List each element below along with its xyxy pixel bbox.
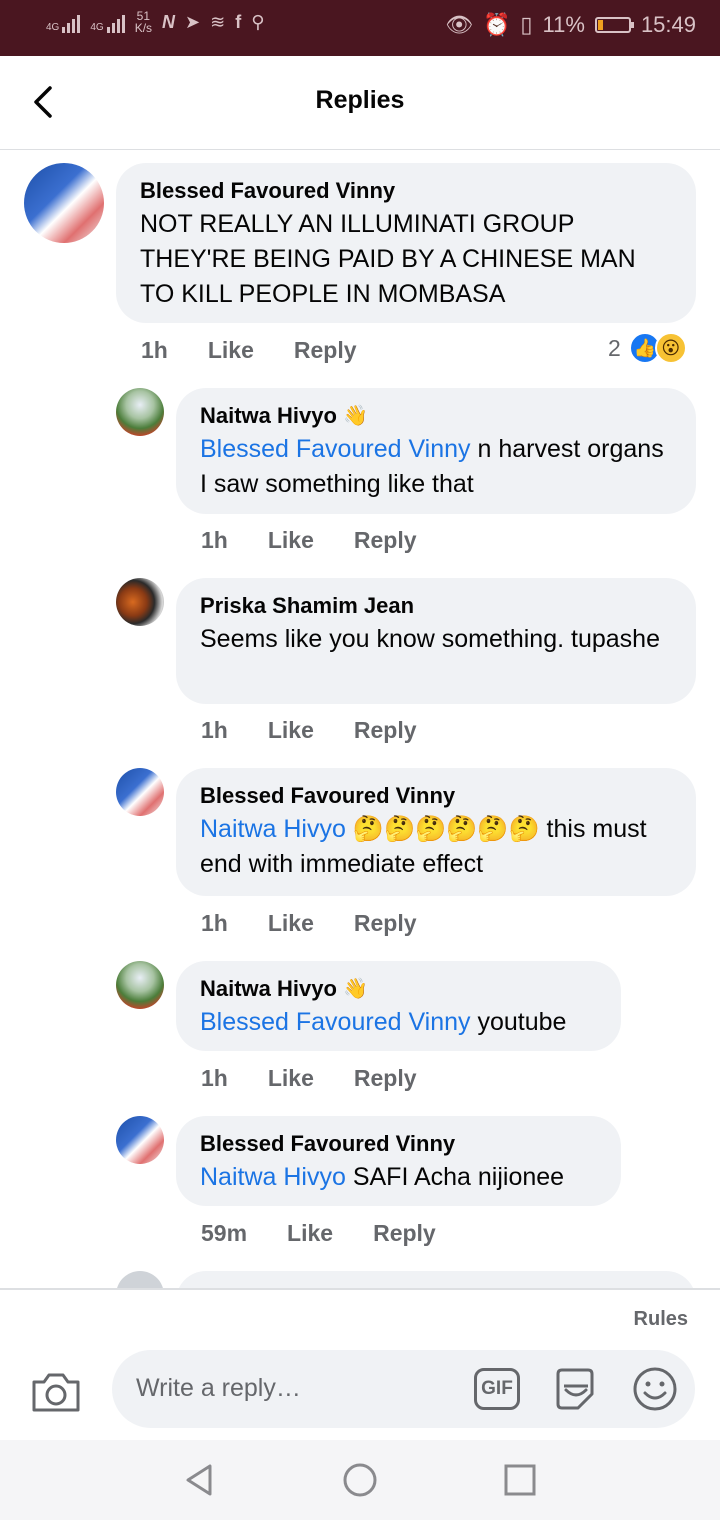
like-button[interactable]: Like [268, 910, 314, 937]
signal-icon: 4G [46, 11, 81, 33]
avatar[interactable] [116, 1116, 164, 1164]
reply-composer: Rules Write a reply… GIF [0, 1288, 720, 1440]
eye-icon: 👁 [445, 12, 474, 37]
clock: 15:49 [640, 12, 696, 37]
location-icon: ⚲ [251, 11, 265, 32]
vibrate-icon: ▯ [520, 12, 533, 37]
reply-time: 1h [201, 527, 228, 553]
n-icon: N [162, 11, 176, 32]
reply-author[interactable]: Naitwa Hivyo [200, 975, 337, 1003]
wifi-icon: ≋ [210, 11, 226, 32]
reply-author[interactable]: Blessed Favoured Vinny [200, 1130, 597, 1158]
reply-bubble[interactable]: Blessed Favoured Vinny Naitwa Hivyo 🤔🤔🤔🤔… [176, 768, 696, 896]
status-bar: 4G 4G 51 K/s N ➤ ≋ f ⚲ 👁 ⏰ ▯ 11% 15:49 [0, 0, 720, 56]
comment-actions: 1h Like Reply [141, 337, 357, 364]
nav-home-icon[interactable] [342, 1462, 378, 1498]
network-speed: 51 K/s [134, 9, 153, 35]
reply-author[interactable]: Blessed Favoured Vinny [200, 782, 672, 810]
reply-bubble[interactable]: Priska Shamim Jean Seems like you know s… [176, 578, 696, 704]
system-nav-bar [0, 1440, 720, 1520]
alarm-icon: ⏰ [483, 12, 511, 37]
reply-time: 1h [201, 910, 228, 936]
reply-input[interactable]: Write a reply… GIF [112, 1350, 695, 1428]
like-button[interactable]: Like [268, 1065, 314, 1092]
reply-input-placeholder: Write a reply… [136, 1374, 301, 1402]
rules-link[interactable]: Rules [634, 1308, 688, 1331]
reply-time: 1h [201, 1065, 228, 1091]
avatar[interactable] [116, 578, 164, 626]
like-button[interactable]: Like [287, 1220, 333, 1247]
reply-button[interactable]: Reply [373, 1220, 436, 1247]
comment-author[interactable]: Blessed Favoured Vinny [140, 177, 672, 205]
telegram-icon: ➤ [185, 11, 201, 32]
facebook-icon: f [235, 11, 242, 32]
mention-link[interactable]: Blessed Favoured Vinny [200, 435, 471, 463]
comment-time: 1h [141, 337, 168, 363]
reply-button[interactable]: Reply [294, 337, 357, 364]
reaction-count: 2 [608, 334, 621, 361]
wow-reaction-icon: 😮 [654, 332, 687, 364]
avatar[interactable] [116, 768, 164, 816]
reply-bubble[interactable]: Blessed Favoured Vinny Naitwa Hivyo SAFI… [176, 1116, 621, 1206]
avatar[interactable] [116, 388, 164, 436]
reply-actions: 1h Like Reply [201, 910, 417, 937]
wave-icon: 👋 [342, 405, 368, 427]
avatar[interactable] [116, 961, 164, 1009]
mention-link[interactable]: Blessed Favoured Vinny [200, 1008, 471, 1036]
reply-button[interactable]: Reply [354, 527, 417, 554]
emoji-icon[interactable] [632, 1366, 678, 1412]
page-title: Replies [315, 86, 405, 114]
reply-button[interactable]: Reply [354, 1065, 417, 1092]
replies-sheet: Replies Blessed Favoured Vinny NOT REALL… [0, 56, 720, 1440]
reply-actions: 1h Like Reply [201, 527, 417, 554]
comment-text: NOT REALLY AN ILLUMINATI GROUP THEY'RE B… [140, 210, 636, 308]
reply-time: 1h [201, 717, 228, 743]
reply-author[interactable]: Naitwa Hivyo [200, 402, 337, 430]
reply-text: youtube [470, 1008, 567, 1036]
comment-bubble[interactable]: Blessed Favoured Vinny NOT REALLY AN ILL… [116, 163, 696, 323]
mention-link[interactable]: Naitwa Hivyo [200, 1163, 346, 1191]
battery-icon [594, 17, 634, 33]
signal-icon-2: 4G [90, 11, 125, 33]
reply-actions: 1h Like Reply [201, 1065, 417, 1092]
gif-icon[interactable]: GIF [474, 1368, 520, 1410]
nav-recents-icon[interactable] [502, 1462, 538, 1498]
reply-button[interactable]: Reply [354, 717, 417, 744]
reply-time: 59m [201, 1220, 248, 1246]
nav-back-icon[interactable] [182, 1462, 218, 1498]
mention-link[interactable]: Naitwa Hivyo [200, 815, 346, 843]
reply-actions: 1h Like Reply [201, 717, 417, 744]
like-button[interactable]: Like [208, 337, 254, 364]
wave-icon: 👋 [342, 978, 368, 1000]
avatar[interactable] [24, 163, 104, 243]
reaction-summary[interactable]: 2 👍 😮 [608, 332, 687, 364]
camera-icon[interactable] [30, 1370, 82, 1414]
sticker-icon[interactable] [552, 1366, 600, 1412]
header: Replies [0, 56, 720, 150]
battery-percent: 11% [542, 12, 585, 37]
reply-button[interactable]: Reply [354, 910, 417, 937]
reply-bubble[interactable]: Naitwa Hivyo 👋 Blessed Favoured Vinny n … [176, 388, 696, 514]
reply-text: SAFI Acha nijionee [345, 1163, 565, 1191]
reply-actions: 59m Like Reply [201, 1220, 436, 1247]
reply-bubble[interactable]: Naitwa Hivyo 👋 Blessed Favoured Vinny yo… [176, 961, 621, 1051]
reply-text: Seems like you know something. tupashe [200, 625, 660, 653]
like-button[interactable]: Like [268, 527, 314, 554]
like-button[interactable]: Like [268, 717, 314, 744]
reply-author[interactable]: Priska Shamim Jean [200, 592, 672, 620]
